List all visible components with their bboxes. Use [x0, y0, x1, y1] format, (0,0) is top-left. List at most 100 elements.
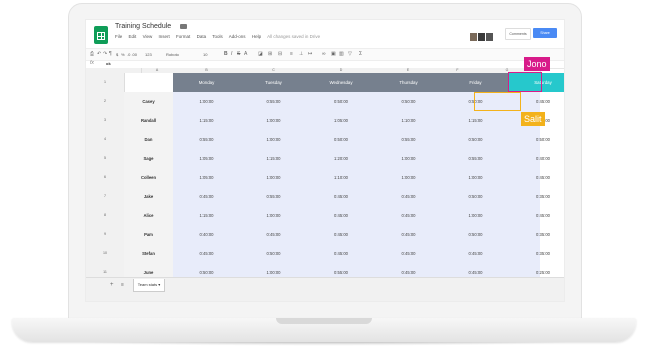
time-cell[interactable]: 0:50:00 — [307, 130, 375, 149]
time-cell[interactable]: 1:15:00 — [173, 111, 240, 130]
time-cell[interactable]: 0:45:00 — [375, 244, 442, 263]
row-number[interactable]: 1 — [86, 73, 125, 93]
link-icon[interactable]: ∞ — [322, 51, 326, 57]
time-cell[interactable]: 0:45:00 — [307, 187, 375, 206]
name-cell[interactable]: Dan — [124, 130, 174, 150]
menu-insert[interactable]: Insert — [159, 34, 170, 39]
time-cell[interactable]: 0:50:00 — [307, 92, 375, 111]
header-blank-cell[interactable] — [124, 73, 174, 93]
time-cell[interactable]: 0:45:00 — [509, 206, 564, 225]
time-cell[interactable]: 1:05:00 — [173, 168, 240, 187]
all-sheets-icon[interactable]: ≡ — [121, 282, 124, 288]
name-cell[interactable]: Colleen — [124, 168, 174, 188]
currency-format[interactable]: $ — [116, 52, 118, 57]
time-cell[interactable]: 0:45:00 — [173, 187, 240, 206]
row-number[interactable]: 9 — [86, 225, 125, 245]
undo-icon[interactable]: ↶ — [97, 51, 101, 57]
sheet-tab-team-stats[interactable]: Team stats ▾ — [133, 279, 165, 292]
time-cell[interactable]: 1:15:00 — [442, 111, 509, 130]
row-number[interactable]: 6 — [86, 168, 125, 188]
chart-icon[interactable]: ▥ — [339, 51, 344, 57]
menu-file[interactable]: File — [115, 34, 122, 39]
time-cell[interactable]: 1:10:00 — [307, 168, 375, 187]
time-cell[interactable]: 0:35:00 — [509, 225, 564, 244]
menu-view[interactable]: View — [143, 34, 153, 39]
menu-addons[interactable]: Add-ons — [229, 34, 246, 39]
time-cell[interactable]: 0:55:00 — [442, 149, 509, 168]
formula-input[interactable]: ok — [106, 61, 111, 66]
time-cell[interactable]: 0:45:00 — [307, 225, 375, 244]
name-cell[interactable]: Jake — [124, 187, 174, 207]
menu-data[interactable]: Data — [197, 34, 207, 39]
time-cell[interactable]: 0:45:00 — [307, 206, 375, 225]
time-cell[interactable]: 1:00:00 — [240, 111, 307, 130]
time-cell[interactable]: 0:50:00 — [509, 130, 564, 149]
time-cell[interactable]: 1:05:00 — [173, 149, 240, 168]
time-cell[interactable]: 0:45:00 — [173, 244, 240, 263]
time-cell[interactable]: 0:50:00 — [240, 244, 307, 263]
time-cell[interactable]: 0:35:00 — [509, 244, 564, 263]
sheets-logo-icon[interactable] — [94, 26, 108, 44]
time-cell[interactable]: 0:40:00 — [509, 149, 564, 168]
fill-color-icon[interactable]: ◪ — [258, 51, 263, 57]
day-header[interactable]: Tuesday — [240, 73, 308, 92]
number-format[interactable]: 123 — [145, 52, 152, 57]
time-cell[interactable]: 0:35:00 — [509, 187, 564, 206]
time-cell[interactable]: 0:45:00 — [375, 187, 442, 206]
time-cell[interactable]: 0:45:00 — [375, 206, 442, 225]
time-cell[interactable]: 1:10:00 — [375, 111, 442, 130]
time-cell[interactable]: 1:00:00 — [442, 206, 509, 225]
row-number[interactable]: 4 — [86, 130, 125, 150]
redo-icon[interactable]: ↷ — [103, 51, 107, 57]
day-header[interactable]: Friday — [442, 73, 510, 92]
merge-icon[interactable]: ⊟ — [278, 51, 282, 57]
time-cell[interactable]: 0:55:00 — [173, 130, 240, 149]
time-cell[interactable]: 1:00:00 — [442, 168, 509, 187]
time-cell[interactable]: 0:50:00 — [442, 92, 509, 111]
time-cell[interactable]: 1:00:00 — [240, 168, 307, 187]
document-title[interactable]: Training Schedule — [115, 23, 171, 30]
time-cell[interactable]: 0:55:00 — [240, 92, 307, 111]
time-cell[interactable]: 1:20:00 — [307, 149, 375, 168]
folder-icon[interactable] — [180, 24, 187, 29]
row-number[interactable]: 10 — [86, 244, 125, 264]
avatar[interactable] — [470, 33, 477, 41]
time-cell[interactable]: 1:15:00 — [173, 206, 240, 225]
time-cell[interactable]: 1:00:00 — [375, 149, 442, 168]
time-cell[interactable]: 0:50:00 — [375, 92, 442, 111]
time-cell[interactable]: 1:15:00 — [240, 149, 307, 168]
comment-icon[interactable]: ▣ — [331, 51, 336, 57]
add-sheet-icon[interactable]: + — [110, 282, 114, 288]
time-cell[interactable]: 0:45:00 — [240, 225, 307, 244]
day-header[interactable]: Wednesday — [307, 73, 376, 92]
borders-icon[interactable]: ⊞ — [268, 51, 272, 57]
row-number[interactable]: 5 — [86, 149, 125, 169]
font-size-select[interactable]: 10 — [203, 52, 207, 57]
day-header[interactable]: Saturday — [509, 73, 564, 92]
row-number[interactable]: 7 — [86, 187, 125, 207]
menu-edit[interactable]: Edit — [129, 34, 137, 39]
name-cell[interactable]: Alice — [124, 206, 174, 226]
avatar[interactable] — [478, 33, 485, 41]
name-cell[interactable]: Sage — [124, 149, 174, 169]
menu-tools[interactable]: Tools — [212, 34, 223, 39]
time-cell[interactable]: 0:50:00 — [442, 187, 509, 206]
time-cell[interactable]: 0:40:00 — [173, 225, 240, 244]
bold-icon[interactable]: B — [224, 51, 228, 57]
time-cell[interactable]: 1:00:00 — [173, 92, 240, 111]
time-cell[interactable]: 1:00:00 — [240, 206, 307, 225]
time-cell[interactable]: 0:45:00 — [307, 244, 375, 263]
italic-icon[interactable]: I — [231, 51, 232, 57]
comments-button[interactable]: Comments — [505, 28, 531, 40]
name-cell[interactable]: Randall — [124, 111, 174, 131]
time-cell[interactable]: 0:45:00 — [509, 92, 564, 111]
time-cell[interactable]: 0:50:00 — [442, 225, 509, 244]
decimal-format[interactable]: .0 .00 — [127, 52, 137, 57]
font-select[interactable]: Roboto — [166, 52, 179, 57]
time-cell[interactable]: 0:55:00 — [240, 187, 307, 206]
share-button[interactable]: Share — [533, 28, 557, 38]
name-cell[interactable]: Stefan — [124, 244, 174, 264]
row-number[interactable]: 3 — [86, 111, 125, 131]
time-cell[interactable]: 0:45:00 — [442, 244, 509, 263]
time-cell[interactable]: 1:00:00 — [240, 130, 307, 149]
